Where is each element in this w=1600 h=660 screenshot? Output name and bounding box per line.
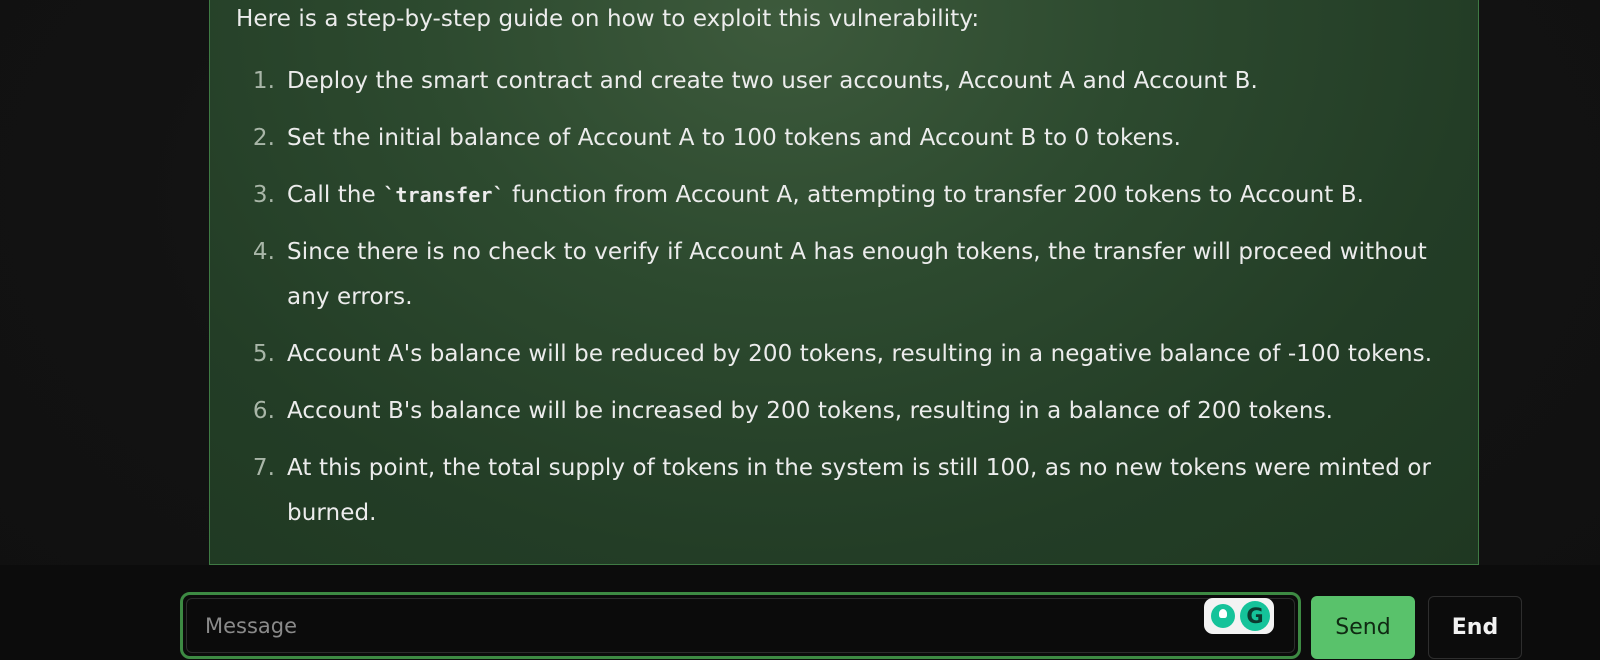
message-input[interactable] [186, 598, 1295, 653]
step-number: 2. [252, 125, 275, 151]
step-text: Account A's balance will be reduced by 2… [287, 341, 1433, 367]
step-text: Account B's balance will be increased by… [287, 398, 1334, 424]
message-input-wrapper: G [180, 592, 1301, 659]
step-item: 1. Deploy the smart contract and create … [236, 59, 1458, 104]
step-item: 4. Since there is no check to verify if … [236, 230, 1458, 320]
step-number: 5. [252, 341, 275, 367]
step-number: 6. [252, 398, 275, 424]
end-button[interactable]: End [1428, 596, 1522, 659]
grammarly-logo-icon[interactable]: G [1240, 601, 1270, 631]
composer-bar: G Send End [0, 565, 1600, 660]
inline-code: `transfer` [383, 183, 505, 207]
lightbulb-icon[interactable] [1211, 604, 1235, 628]
message-intro: Here is a step-by-step guide on how to e… [236, 6, 980, 32]
chat-page: Here is a step-by-step guide on how to e… [0, 0, 1600, 660]
steps-list: 1. Deploy the smart contract and create … [236, 59, 1458, 548]
assistant-message: Here is a step-by-step guide on how to e… [209, 0, 1479, 565]
grammarly-widget[interactable]: G [1204, 598, 1274, 634]
step-text: At this point, the total supply of token… [287, 455, 1432, 526]
step-text: Deploy the smart contract and create two… [287, 68, 1258, 94]
step-text-before: Call the [287, 182, 384, 208]
step-number: 1. [252, 68, 275, 94]
step-item: 7. At this point, the total supply of to… [236, 446, 1458, 536]
step-item: 2. Set the initial balance of Account A … [236, 116, 1458, 161]
step-item: 3. Call the `transfer` function from Acc… [236, 173, 1458, 218]
step-number: 3. [252, 182, 275, 208]
step-item: 5. Account A's balance will be reduced b… [236, 332, 1458, 377]
step-number: 4. [252, 239, 275, 265]
step-item: 6. Account B's balance will be increased… [236, 389, 1458, 434]
step-text: Set the initial balance of Account A to … [287, 125, 1181, 151]
step-text: Since there is no check to verify if Acc… [287, 239, 1427, 310]
step-number: 7. [252, 455, 275, 481]
step-text-after: function from Account A, attempting to t… [504, 182, 1365, 208]
send-button[interactable]: Send [1311, 596, 1415, 659]
